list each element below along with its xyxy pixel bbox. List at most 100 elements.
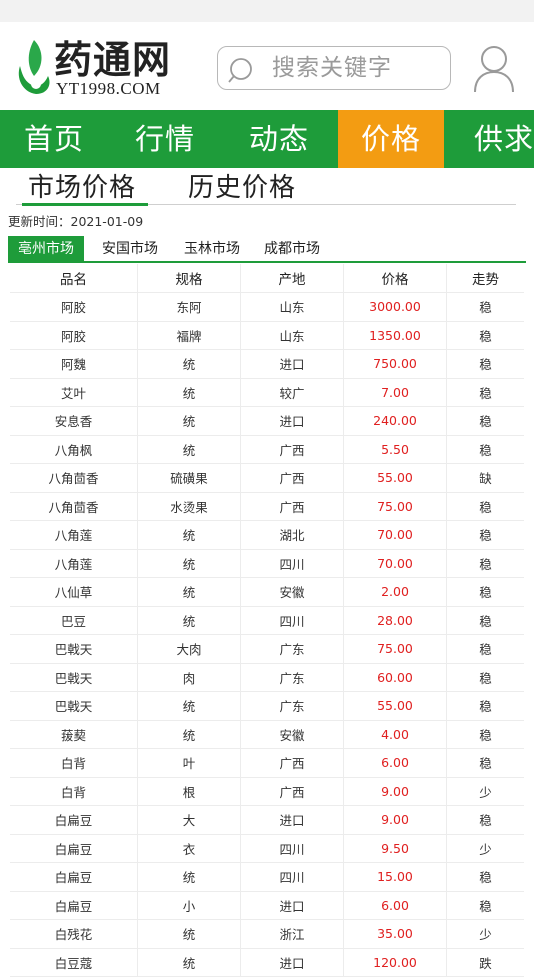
cell-origin: 进口 — [241, 407, 344, 435]
table-row[interactable]: 安息香统进口240.00稳 — [10, 407, 524, 436]
cell-price: 4.00 — [344, 721, 447, 749]
cell-price: 70.00 — [344, 521, 447, 549]
main-nav: 首页 行情 动态 价格 供求 — [0, 110, 534, 168]
market-tab-bozhou[interactable]: 亳州市场 — [8, 236, 84, 262]
cell-price: 2.00 — [344, 578, 447, 606]
cell-name: 艾叶 — [10, 379, 138, 407]
cell-price: 9.00 — [344, 806, 447, 834]
table-row[interactable]: 菝葜统安徽4.00稳 — [10, 721, 524, 750]
cell-price: 75.00 — [344, 493, 447, 521]
table-row[interactable]: 巴戟天大肉广东75.00稳 — [10, 635, 524, 664]
table-row[interactable]: 八角莲统四川70.00稳 — [10, 550, 524, 579]
cell-name: 白扁豆 — [10, 892, 138, 920]
search-placeholder: 搜索关键字 — [272, 47, 392, 89]
table-header-row: 品名 规格 产地 价格 走势 — [10, 264, 524, 293]
cell-trend: 稳 — [447, 521, 524, 549]
logo-text: 药通网 — [54, 38, 171, 82]
cell-origin: 广西 — [241, 436, 344, 464]
cell-price: 55.00 — [344, 464, 447, 492]
table-row[interactable]: 巴戟天肉广东60.00稳 — [10, 664, 524, 693]
table-row[interactable]: 八角枫统广西5.50稳 — [10, 436, 524, 465]
market-tab-anguo[interactable]: 安国市场 — [92, 236, 168, 262]
cell-trend: 稳 — [447, 407, 524, 435]
cell-price: 35.00 — [344, 920, 447, 948]
price-table: 品名 规格 产地 价格 走势 阿胶东阿山东3000.00稳阿胶福牌山东1350.… — [10, 264, 524, 977]
header: 药通网 YT1998.COM 搜索关键字 — [0, 22, 534, 110]
table-row[interactable]: 巴豆统四川28.00稳 — [10, 607, 524, 636]
status-bar — [0, 0, 534, 22]
nav-home[interactable]: 首页 — [0, 110, 108, 168]
cell-spec: 统 — [138, 379, 241, 407]
logo[interactable]: 药通网 YT1998.COM — [14, 36, 184, 98]
table-row[interactable]: 白豆蔻统进口120.00跌 — [10, 949, 524, 977]
nav-supply-demand[interactable]: 供求 — [456, 110, 534, 168]
table-row[interactable]: 八仙草统安徽2.00稳 — [10, 578, 524, 607]
leaf-logo-icon — [14, 36, 54, 98]
table-row[interactable]: 艾叶统较广7.00稳 — [10, 379, 524, 408]
cell-origin: 山东 — [241, 322, 344, 350]
table-row[interactable]: 八角茴香水烫果广西75.00稳 — [10, 493, 524, 522]
cell-spec: 统 — [138, 949, 241, 977]
cell-origin: 四川 — [241, 550, 344, 578]
cell-price: 240.00 — [344, 407, 447, 435]
table-row[interactable]: 白扁豆小进口6.00稳 — [10, 892, 524, 921]
cell-trend: 稳 — [447, 493, 524, 521]
cell-price: 5.50 — [344, 436, 447, 464]
cell-spec: 统 — [138, 350, 241, 378]
tab-market-price[interactable]: 市场价格 — [28, 168, 136, 208]
header-name: 品名 — [10, 264, 138, 292]
cell-spec: 硫磺果 — [138, 464, 241, 492]
header-price: 价格 — [344, 264, 447, 292]
table-row[interactable]: 巴戟天统广东55.00稳 — [10, 692, 524, 721]
cell-origin: 较广 — [241, 379, 344, 407]
table-row[interactable]: 白扁豆大进口9.00稳 — [10, 806, 524, 835]
table-row[interactable]: 阿胶东阿山东3000.00稳 — [10, 293, 524, 322]
table-row[interactable]: 八角茴香硫磺果广西55.00缺 — [10, 464, 524, 493]
tab-history-price[interactable]: 历史价格 — [188, 168, 296, 208]
cell-spec: 根 — [138, 778, 241, 806]
cell-spec: 小 — [138, 892, 241, 920]
cell-price: 9.50 — [344, 835, 447, 863]
cell-trend: 稳 — [447, 749, 524, 777]
nav-market-trends[interactable]: 行情 — [108, 110, 222, 168]
cell-trend: 稳 — [447, 436, 524, 464]
cell-origin: 四川 — [241, 863, 344, 891]
cell-trend: 稳 — [447, 322, 524, 350]
search-input[interactable]: 搜索关键字 — [217, 46, 451, 90]
cell-price: 6.00 — [344, 749, 447, 777]
table-row[interactable]: 白背叶广西6.00稳 — [10, 749, 524, 778]
table-row[interactable]: 阿胶福牌山东1350.00稳 — [10, 322, 524, 351]
table-row[interactable]: 白背根广西9.00少 — [10, 778, 524, 807]
cell-name: 白背 — [10, 749, 138, 777]
cell-name: 巴戟天 — [10, 664, 138, 692]
cell-origin: 山东 — [241, 293, 344, 321]
market-tab-yulin[interactable]: 玉林市场 — [174, 236, 250, 262]
cell-trend: 稳 — [447, 293, 524, 321]
cell-trend: 少 — [447, 920, 524, 948]
table-row[interactable]: 阿魏统进口750.00稳 — [10, 350, 524, 379]
cell-origin: 广西 — [241, 778, 344, 806]
table-row[interactable]: 八角莲统湖北70.00稳 — [10, 521, 524, 550]
cell-spec: 统 — [138, 920, 241, 948]
user-icon[interactable] — [472, 44, 516, 94]
cell-trend: 跌 — [447, 949, 524, 977]
nav-price[interactable]: 价格 — [338, 110, 444, 168]
nav-news[interactable]: 动态 — [222, 110, 336, 168]
cell-spec: 统 — [138, 521, 241, 549]
cell-origin: 进口 — [241, 350, 344, 378]
cell-price: 28.00 — [344, 607, 447, 635]
table-row[interactable]: 白残花统浙江35.00少 — [10, 920, 524, 949]
cell-name: 八角茴香 — [10, 464, 138, 492]
cell-spec: 统 — [138, 578, 241, 606]
table-row[interactable]: 白扁豆统四川15.00稳 — [10, 863, 524, 892]
cell-origin: 湖北 — [241, 521, 344, 549]
table-row[interactable]: 白扁豆衣四川9.50少 — [10, 835, 524, 864]
cell-spec: 水烫果 — [138, 493, 241, 521]
cell-trend: 稳 — [447, 635, 524, 663]
header-trend: 走势 — [447, 264, 524, 292]
cell-origin: 广西 — [241, 464, 344, 492]
cell-origin: 进口 — [241, 892, 344, 920]
cell-spec: 统 — [138, 550, 241, 578]
market-tab-chengdu[interactable]: 成都市场 — [254, 236, 330, 262]
cell-name: 八角茴香 — [10, 493, 138, 521]
